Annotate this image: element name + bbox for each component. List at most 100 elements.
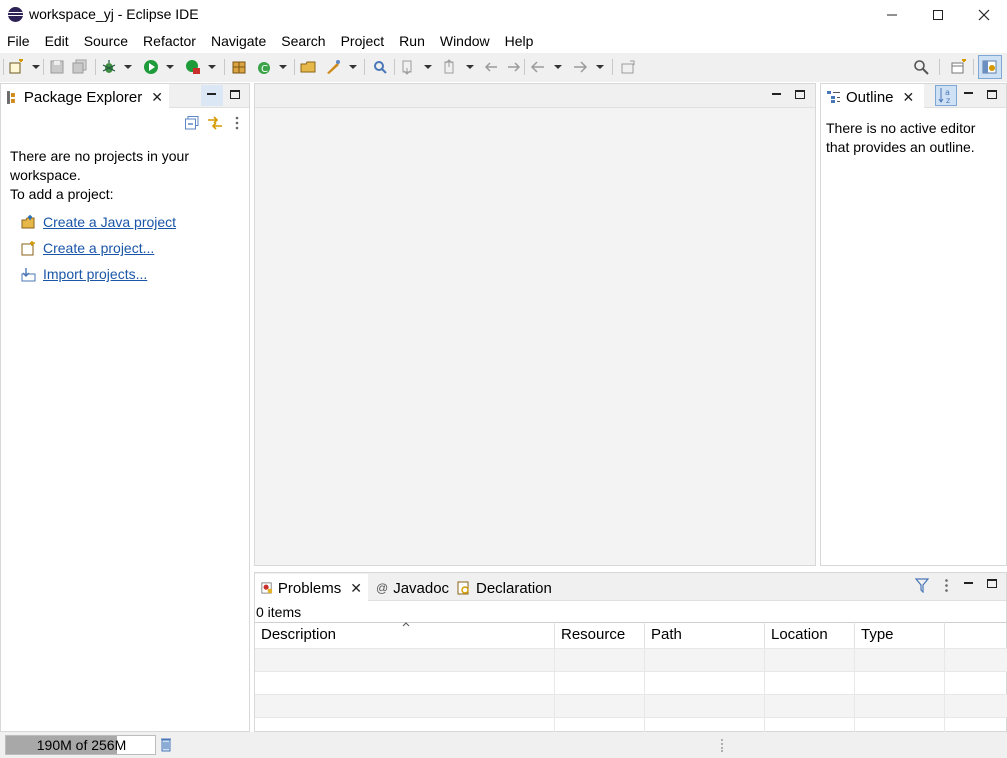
menu-source[interactable]: Source xyxy=(77,30,136,52)
separator xyxy=(95,59,96,75)
menu-search[interactable]: Search xyxy=(274,30,333,52)
eclipse-logo-icon xyxy=(8,7,23,22)
maximize-editor-icon[interactable] xyxy=(795,90,805,99)
menu-help[interactable]: Help xyxy=(498,30,542,52)
column-type[interactable]: Type xyxy=(855,622,945,648)
create-project-row: Create a project... xyxy=(21,240,154,256)
debug-dropdown-icon[interactable] xyxy=(124,65,132,69)
maximize-view-icon[interactable] xyxy=(230,90,240,99)
tab-package-explorer[interactable]: Package Explorer ✕ xyxy=(1,84,169,110)
sort-button[interactable]: az xyxy=(935,85,957,106)
problems-panel: Problems ✕ @ Javadoc Declaration 0 items… xyxy=(254,572,1007,733)
forward-dropdown-icon[interactable] xyxy=(596,65,604,69)
garbage-collect-icon[interactable] xyxy=(160,737,172,752)
column-path[interactable]: Path xyxy=(645,622,765,648)
new-class-dropdown-icon[interactable] xyxy=(279,65,287,69)
create-java-project-link[interactable]: Create a Java project xyxy=(43,214,176,230)
menu-run[interactable]: Run xyxy=(392,30,433,52)
open-resource-icon[interactable] xyxy=(325,59,341,75)
next-annotation-dropdown-icon[interactable] xyxy=(424,65,432,69)
close-tab-icon[interactable]: ✕ xyxy=(903,89,915,106)
separator xyxy=(394,59,395,75)
coverage-icon[interactable] xyxy=(185,59,201,75)
menu-navigate[interactable]: Navigate xyxy=(204,30,274,52)
package-explorer-icon xyxy=(7,90,15,104)
tab-javadoc[interactable]: @ Javadoc xyxy=(370,574,455,602)
collapse-all-icon[interactable] xyxy=(185,116,199,130)
forward-edit-location-icon[interactable] xyxy=(506,59,522,75)
message-line: There are no projects in your xyxy=(10,148,189,164)
maximize-icon xyxy=(933,10,943,20)
column-location[interactable]: Location xyxy=(765,622,855,648)
open-resource-dropdown-icon[interactable] xyxy=(349,65,357,69)
close-tab-icon[interactable]: ✕ xyxy=(151,89,163,106)
create-project-link[interactable]: Create a project... xyxy=(43,240,154,256)
debug-icon[interactable] xyxy=(101,59,117,75)
minimize-icon xyxy=(207,93,216,95)
open-type-icon[interactable] xyxy=(300,59,316,75)
heap-status[interactable]: 190M of 256M xyxy=(5,735,156,755)
maximize-button[interactable] xyxy=(915,0,961,30)
new-class-icon[interactable]: C xyxy=(256,59,272,75)
tab-problems[interactable]: Problems ✕ xyxy=(255,574,368,602)
outline-panel: Outline ✕ az There is no active editor t… xyxy=(820,83,1007,566)
save-all-icon[interactable] xyxy=(72,59,88,75)
table-row xyxy=(255,648,1007,672)
separator xyxy=(43,59,44,75)
new-dropdown-icon[interactable] xyxy=(32,65,40,69)
items-count: 0 items xyxy=(256,604,302,620)
import-icon xyxy=(21,267,36,281)
maximize-view-icon[interactable] xyxy=(987,579,997,588)
save-icon[interactable] xyxy=(49,59,65,75)
maximize-view-icon[interactable] xyxy=(987,90,997,99)
filter-icon[interactable] xyxy=(915,578,929,593)
run-dropdown-icon[interactable] xyxy=(166,65,174,69)
close-window-button[interactable] xyxy=(961,0,1007,30)
back-dropdown-icon[interactable] xyxy=(554,65,562,69)
search-icon[interactable] xyxy=(913,59,929,75)
link-with-editor-icon[interactable] xyxy=(207,115,223,131)
tab-declaration[interactable]: Declaration xyxy=(451,574,558,602)
menu-refactor[interactable]: Refactor xyxy=(136,30,204,52)
import-projects-link[interactable]: Import projects... xyxy=(43,266,147,282)
view-menu-icon[interactable] xyxy=(944,578,949,593)
new-java-project-icon xyxy=(21,214,35,228)
minimize-view-icon[interactable] xyxy=(964,582,973,584)
no-outline-message: There is no active editor that provides … xyxy=(826,119,975,157)
tab-outline[interactable]: Outline ✕ xyxy=(821,84,924,110)
pin-editor-icon[interactable] xyxy=(620,59,636,75)
menu-edit[interactable]: Edit xyxy=(38,30,77,52)
tab-label: Javadoc xyxy=(393,579,450,597)
column-resource[interactable]: Resource xyxy=(555,622,645,648)
new-package-icon[interactable] xyxy=(231,59,247,75)
tab-label: Problems xyxy=(277,579,342,597)
java-perspective-button[interactable] xyxy=(978,55,1002,79)
menu-file[interactable]: File xyxy=(0,30,38,52)
import-projects-row: Import projects... xyxy=(21,266,147,282)
minimize-view-button[interactable] xyxy=(201,85,223,106)
sort-alphabetically-icon: az xyxy=(938,88,950,104)
minimize-editor-icon[interactable] xyxy=(772,93,781,95)
message-line: To add a project: xyxy=(10,186,114,202)
separator xyxy=(364,59,365,75)
svg-text:z: z xyxy=(946,96,950,104)
next-annotation-icon[interactable] xyxy=(400,59,416,75)
toggle-mark-occurrences-icon[interactable] xyxy=(372,59,388,75)
minimize-view-icon[interactable] xyxy=(964,92,973,94)
last-edit-location-icon[interactable] xyxy=(483,59,499,75)
menu-project[interactable]: Project xyxy=(334,30,393,52)
close-tab-icon[interactable]: ✕ xyxy=(350,580,362,597)
previous-annotation-dropdown-icon[interactable] xyxy=(466,65,474,69)
menu-window[interactable]: Window xyxy=(433,30,498,52)
view-menu-icon[interactable] xyxy=(235,116,239,130)
package-explorer-panel: Package Explorer ✕ There are no projects… xyxy=(0,83,250,732)
previous-annotation-icon[interactable] xyxy=(442,59,458,75)
forward-icon[interactable] xyxy=(572,59,588,75)
back-icon[interactable] xyxy=(530,59,546,75)
new-icon[interactable] xyxy=(8,59,24,75)
run-icon[interactable] xyxy=(143,59,159,75)
minimize-button[interactable] xyxy=(869,0,915,30)
declaration-icon xyxy=(457,581,469,595)
open-perspective-icon[interactable] xyxy=(951,59,967,75)
coverage-dropdown-icon[interactable] xyxy=(208,65,216,69)
